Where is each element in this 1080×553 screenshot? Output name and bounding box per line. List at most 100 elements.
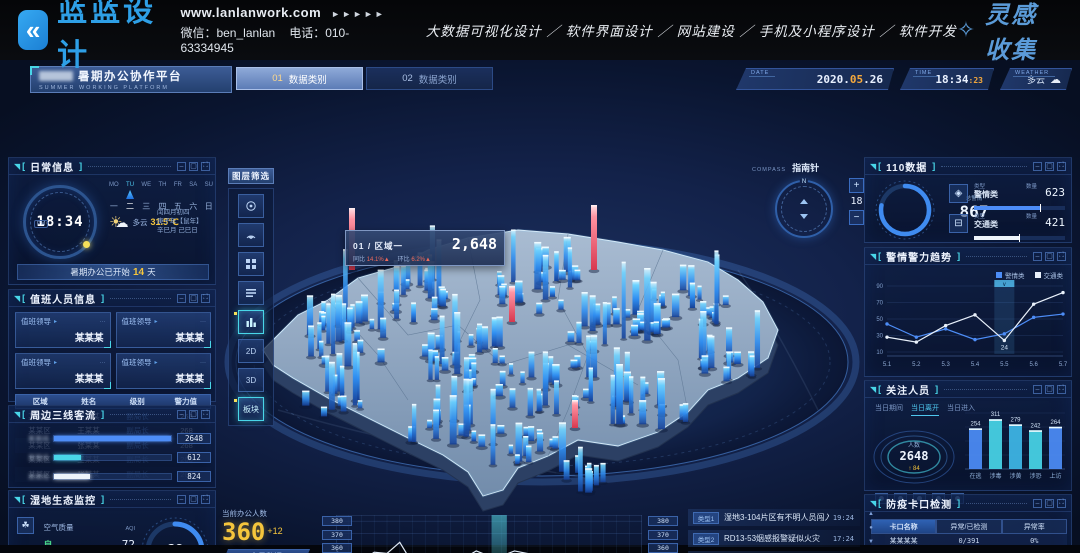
layer-button-camera[interactable] (238, 194, 264, 218)
zoom-level: 18 (850, 196, 862, 207)
minimize-icon[interactable]: – (177, 294, 186, 303)
svg-text:264: 264 (1050, 420, 1061, 426)
brand-logo[interactable]: « 蓝蓝设计 (18, 0, 156, 74)
arrows-decoration: ►►►►► (331, 9, 386, 19)
checkpoint-header-3[interactable]: 异常率 (1002, 519, 1067, 534)
lunar-calendar: 闰四月初四 庚子年【鼠年】 辛巳月 己巳日 (157, 208, 217, 235)
inspiration-collect[interactable]: ✧ 灵感收集 (957, 0, 1058, 65)
legend-item[interactable]: 交通类 (1035, 270, 1064, 280)
checkpoint-header-1[interactable]: 卡口名称 (871, 519, 936, 534)
compass-widget: COMPASS指南针 N (752, 161, 856, 238)
car-icon: ⊟ (949, 214, 968, 233)
expand-icon[interactable]: ⛶ (201, 495, 210, 504)
svg-text:311: 311 (991, 412, 1001, 418)
air-quality-metric: ☘ 空气质量良 AQI72 (17, 517, 135, 553)
expand-icon[interactable]: ⛶ (1057, 252, 1066, 261)
p110-item-1: ◈类型警情类数量623 (949, 182, 1065, 214)
minimize-icon[interactable]: – (177, 162, 186, 171)
duty-leader-card[interactable]: 值班领导▸···某某某 (116, 353, 212, 389)
svg-text:5.1: 5.1 (883, 362, 892, 368)
website-link[interactable]: www.lanlanwork.com (180, 5, 321, 20)
minimize-icon[interactable]: – (1033, 252, 1042, 261)
panel-duty-personnel: ◥[值班人员信息] –▢⛶ 值班领导▸···某某某值班领导▸···某某某值班领导… (8, 289, 216, 402)
alert-item[interactable]: 类型1湿地3-104片区有不明人员闯入19:24 (688, 509, 860, 526)
today-data-button[interactable]: 今日数据 (222, 549, 310, 553)
alert-scroll-up[interactable]: ▲ (868, 511, 874, 517)
minimize-icon[interactable]: – (177, 495, 186, 504)
focus-tab[interactable]: 当日期间 (875, 403, 903, 416)
site-header: « 蓝蓝设计 www.lanlanwork.com►►►►► 微信：ben_la… (0, 0, 1080, 60)
focus-tab[interactable]: 当日离开 (911, 403, 939, 416)
minimize-icon[interactable]: – (1033, 499, 1042, 508)
window-icon[interactable]: ▢ (1045, 162, 1054, 171)
expand-icon[interactable]: ⛶ (1057, 499, 1066, 508)
alert-list: 类型1湿地3-104片区有不明人员闯入19:24 类型2RD13-53烟感报警疑似… (688, 509, 860, 553)
layer-button-bar-chart[interactable] (238, 310, 264, 334)
svg-text:在逃: 在逃 (969, 472, 981, 480)
office-24h-chart (336, 515, 642, 553)
layer-button-monitor-grid[interactable] (238, 252, 264, 276)
svg-text:69: 69 (166, 541, 184, 553)
minimize-icon[interactable]: – (1033, 162, 1042, 171)
window-icon[interactable]: ▢ (189, 410, 198, 419)
minimize-icon[interactable]: – (177, 410, 186, 419)
passenger-bar-row: 某某线612 (17, 452, 211, 463)
svg-text:254: 254 (970, 421, 981, 427)
passenger-bar-track (53, 435, 172, 442)
weather-display: WEATHER 多云 ☁ (1000, 68, 1072, 90)
expand-icon[interactable]: ⛶ (201, 162, 210, 171)
expand-icon[interactable]: ⛶ (201, 410, 210, 419)
svg-text:5.2: 5.2 (912, 362, 921, 368)
svg-text:2648: 2648 (900, 449, 929, 463)
svg-text:70: 70 (876, 301, 883, 307)
checkpoint-row[interactable]: 某某某某0/890% (871, 549, 1067, 553)
duty-leader-card[interactable]: 值班领导▸···某某某 (15, 353, 111, 389)
layer-filter-title: 图层筛选 (228, 168, 274, 184)
window-icon[interactable]: ▢ (189, 294, 198, 303)
checkpoint-table: 卡口名称异常/已检测异常率 某某某某0/3910%某某某某0/890%某某某某0… (871, 519, 1067, 553)
window-icon[interactable]: ▢ (1045, 385, 1054, 394)
screen: « 蓝蓝设计 www.lanlanwork.com►►►►► 微信：ben_la… (0, 0, 1080, 553)
focus-tabs: 当日期间当日离开当日进入 (875, 403, 975, 416)
weekday-tu: TU二 (126, 182, 134, 212)
expand-icon[interactable]: ⛶ (1057, 162, 1066, 171)
checkpoint-row[interactable]: 某某某某0/3910% (871, 534, 1067, 549)
svg-text:涉毒: 涉毒 (989, 472, 1001, 480)
zoom-in-button[interactable]: + (849, 178, 864, 193)
yaxis-tick: 380 (322, 516, 352, 526)
svg-text:5.4: 5.4 (971, 362, 980, 368)
map-zoom-control: + 18 − (848, 178, 865, 225)
zoom-out-button[interactable]: − (849, 210, 864, 225)
expand-icon[interactable]: ⛶ (201, 294, 210, 303)
layer-button-2d[interactable]: 2D (238, 339, 264, 363)
alert-scroll-dot[interactable]: ● (869, 525, 873, 531)
window-icon[interactable]: ▢ (1045, 252, 1054, 261)
layer-filter-toolbar: 图层筛选 2D 3D 板块 (228, 168, 274, 426)
window-icon[interactable]: ▢ (189, 162, 198, 171)
window-icon[interactable]: ▢ (189, 495, 198, 504)
layer-button-radar[interactable] (238, 223, 264, 247)
duty-leader-card[interactable]: 值班领导▸···某某某 (116, 312, 212, 348)
alarm-icon: ◈ (949, 184, 968, 203)
layer-button-3d[interactable]: 3D (238, 368, 264, 392)
duty-cards: 值班领导▸···某某某值班领导▸···某某某值班领导▸···某某某值班领导▸··… (15, 312, 211, 389)
expand-icon[interactable]: ⛶ (1057, 385, 1066, 394)
alert-scroll-down[interactable]: ▼ (868, 539, 874, 545)
compass-ring[interactable]: N (775, 180, 833, 238)
checkpoint-header-2[interactable]: 异常/已检测 (936, 519, 1001, 534)
yaxis-tick: 360 (648, 543, 678, 553)
minimize-icon[interactable]: – (1033, 385, 1042, 394)
layer-button-list[interactable] (238, 281, 264, 305)
eco-percentage-gauge: 69% (137, 513, 213, 553)
layer-button-blocks[interactable]: 板块 (238, 397, 264, 421)
tab-data-category-2[interactable]: 02数据类别 (366, 67, 493, 90)
duty-leader-card[interactable]: 值班领导▸···某某某 (15, 312, 111, 348)
svg-text:10: 10 (876, 350, 883, 356)
window-icon[interactable]: ▢ (1045, 499, 1054, 508)
alert-item[interactable]: 类型2RD13-53烟感报警疑似火灾17:24 (688, 530, 860, 547)
legend-item[interactable]: 警情类 (996, 270, 1025, 280)
brand-name: 蓝蓝设计 (57, 0, 156, 74)
tab-data-category-1[interactable]: 01数据类别 (236, 67, 363, 90)
office-count-block: 当前办公人数 360+12 今日数据 历史数据 (222, 508, 318, 553)
total-alarm-gauge: 总警情 867 (871, 178, 941, 242)
